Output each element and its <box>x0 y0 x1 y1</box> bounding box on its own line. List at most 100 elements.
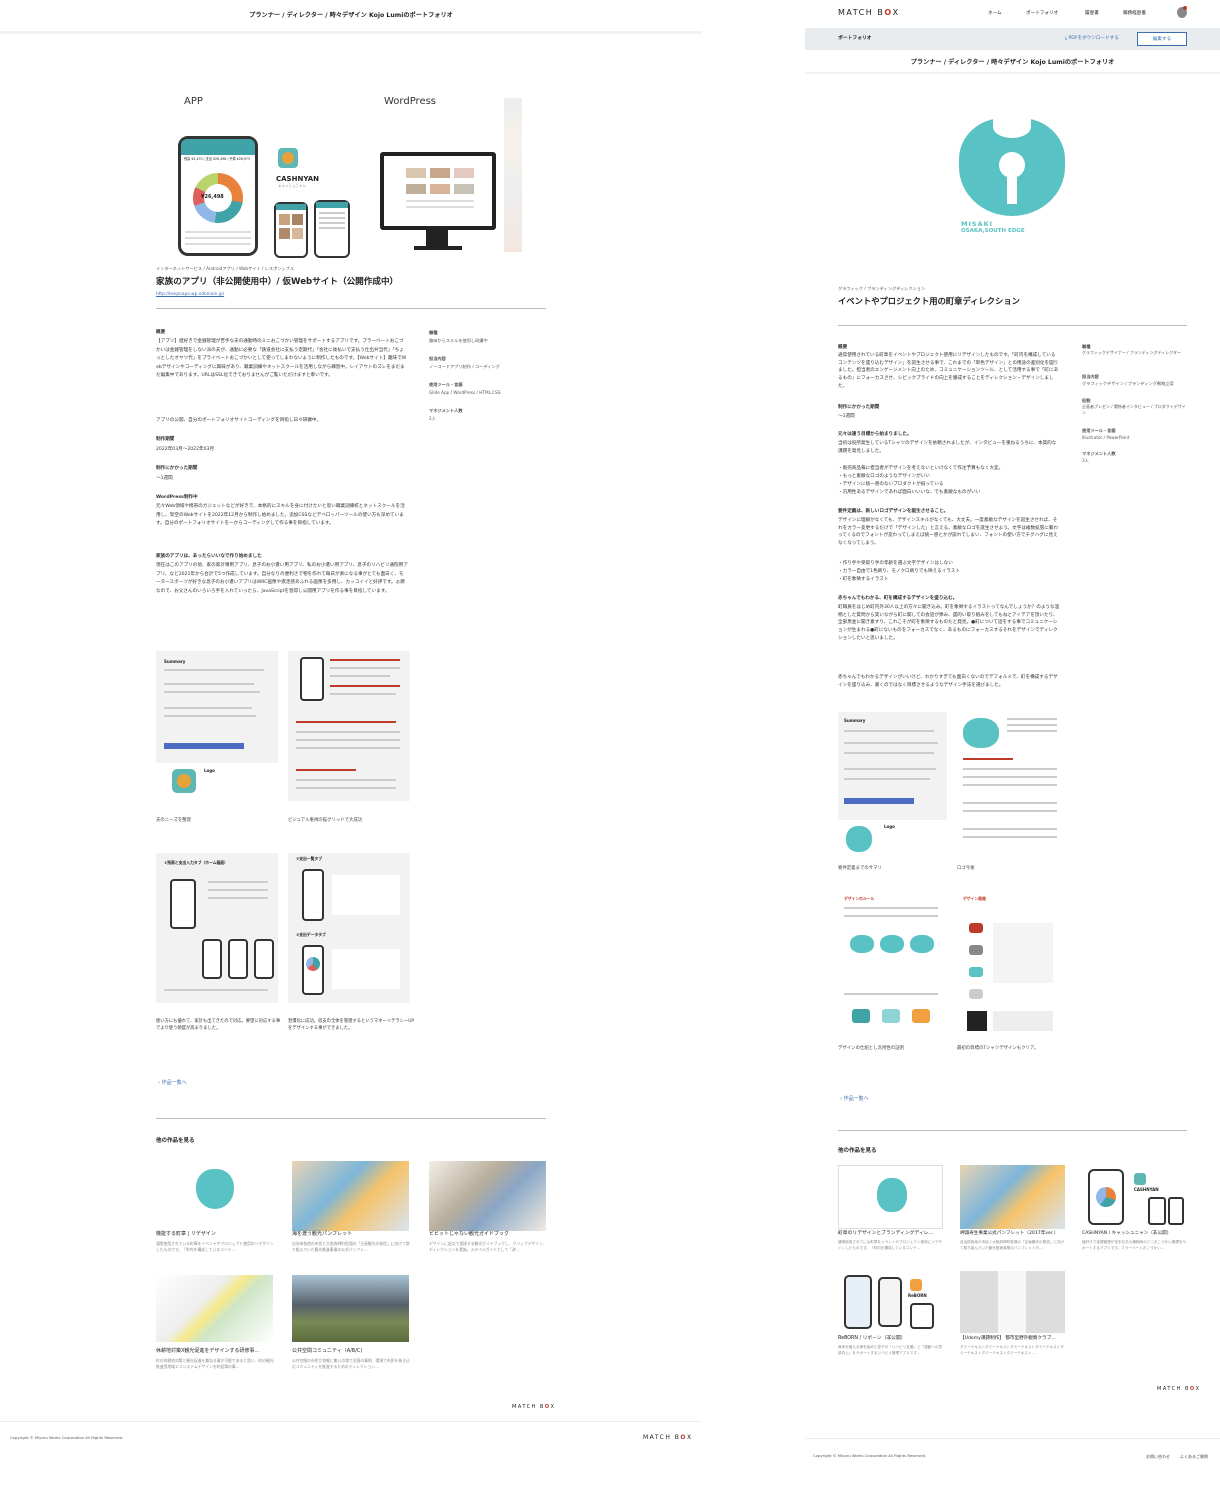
side-tools-heading: 使用ツール・言語 <box>1082 428 1116 433</box>
other-work-desc: 身体を鍛える事を始めた息子の「リハビリ支援」と「運動への意欲向上」をサポートする… <box>838 1345 943 1355</box>
copyright-text: Copyright © Miyoru Works Corporation All… <box>10 1435 124 1440</box>
origin-bullet: ・もっと素敵なロゴのようなデザインがいい <box>838 474 930 479</box>
kids-body: 町職員をはじめ町内外30人以上の方々に聞き込み。町を象徴するイラストってなんでし… <box>838 605 1060 641</box>
edit-button[interactable]: 編集する <box>1137 32 1187 46</box>
process-thumbnail[interactable]: ②支出一覧タブ ③支出データタブ <box>288 853 410 1003</box>
other-work-title[interactable]: ビビットじゃない観光ガイドブック <box>429 1231 509 1237</box>
left-portfolio-page: プランナー / ディレクター / 時々デザイン Kojo Lumiのポートフォリ… <box>0 0 702 1487</box>
town-emblem <box>196 1169 234 1209</box>
requirement-bullet: ・町を象徴するイラスト <box>838 577 889 582</box>
user-avatar-icon[interactable] <box>1177 6 1187 18</box>
arrow-flow <box>844 798 914 804</box>
other-work-title[interactable]: 公共空間コミュニティ（A/B/C) <box>292 1348 362 1354</box>
nav-portfolio[interactable]: ポートフォリオ <box>1026 11 1058 17</box>
process-thumbnail[interactable]: デザイン展開 <box>957 893 1062 1038</box>
cashnyan-icon <box>1134 1173 1146 1185</box>
brand-logo-accent: O <box>1189 1386 1196 1392</box>
other-work-card-image[interactable] <box>960 1165 1065 1229</box>
process-thumbnail[interactable]: デザインのルール <box>838 893 947 1038</box>
other-work-card-image[interactable] <box>292 1275 409 1342</box>
town-emblem-image: MISAKI OSAKA,SOUTH EDGE <box>953 112 1073 242</box>
footer-brand-logo[interactable]: MATCH BOX <box>1157 1386 1201 1392</box>
donut-amount: ¥26,498 <box>201 194 224 200</box>
nav-resume[interactable]: 履歴書 <box>1085 11 1099 17</box>
wp-heading: WordPress制作中 <box>156 495 198 500</box>
town-emblem <box>846 826 872 852</box>
donut-chart: ¥26,498 <box>193 173 243 223</box>
thumb-summary-title: Summary <box>164 659 186 664</box>
other-work-desc: 通常使用されている町章をイベントやプロジェクト使用のリデザインしたものです。「町… <box>156 1241 274 1252</box>
phone-header-text: 残高 ¥2,470 / 支出 ¥26,498 / 予算 ¥28,973 <box>184 157 250 161</box>
footer-link-faq[interactable]: よくあるご質問 <box>1180 1454 1208 1459</box>
side-role-heading: 職種 <box>429 330 438 335</box>
other-work-card-image[interactable]: CASHNYAN <box>1082 1165 1187 1229</box>
town-emblem <box>877 1178 907 1212</box>
emblem-text-misaki: MISAKI <box>961 220 994 228</box>
process-thumbnail[interactable]: ①残高と支出入力タブ（ホーム画面） <box>156 853 278 1003</box>
back-to-works-link[interactable]: ‹ 作品一覧へ <box>158 1080 187 1086</box>
other-work-title[interactable]: 岬諏寿生事業公式パンフレット（2017年ver.） <box>960 1231 1058 1237</box>
thumb-caption: デザインの仕組とし汎用性の証明 <box>838 1046 904 1051</box>
thumb-logo-label: Logo <box>884 824 895 829</box>
other-work-desc: ダミーテキストダミーテキストダミーテキストダミーテキストダミーテキストダミーテキ… <box>960 1345 1064 1355</box>
other-work-card-image[interactable] <box>960 1271 1065 1333</box>
brand-logo[interactable]: MATCH BOX <box>838 8 900 18</box>
thumb-caption: 要件定義までのサマリ <box>838 866 882 871</box>
other-work-title[interactable]: 町章のリデザインとブランディングディレ… <box>838 1231 933 1237</box>
other-work-title[interactable]: 休耕地対策X観光促進をデザインする研修事… <box>156 1348 259 1354</box>
other-work-title[interactable]: 海を渡う観光パンフレット <box>292 1231 352 1237</box>
emblem-text-osaka: OSAKA,SOUTH EDGE <box>961 228 1025 234</box>
other-work-desc: 自治体各地の市民と大阪府岬町役場の「企画観光の発信」に向けて取り組んでいた観光推… <box>292 1241 410 1252</box>
other-work-title[interactable]: ReBORN / リボーン（非公開） <box>838 1336 906 1342</box>
monitor-mockup <box>380 152 496 230</box>
side-work-value: ノーコードアプリ制作 / コーディング <box>429 364 500 369</box>
cashnyan-name: CASHNYAN <box>276 175 319 183</box>
other-work-card-image[interactable] <box>838 1165 943 1229</box>
origin-bullet: ・デザインに統一感のないプロダクトが揃っている <box>838 482 944 487</box>
side-role-value: グラフィックデザイナー / ブランディングディレクター <box>1082 350 1182 355</box>
thumb-caption: 使い方にも優れて、家計も出てきたので対応。要望に対応する事でより使う頻度が高まり… <box>156 1019 281 1031</box>
side-work-heading: 担当内容 <box>429 356 446 361</box>
process-thumbnail[interactable] <box>288 651 410 801</box>
nav-home[interactable]: ホーム <box>988 11 1002 17</box>
other-work-card-image[interactable] <box>156 1275 273 1342</box>
nav-career[interactable]: 職務経歴書 <box>1123 11 1146 17</box>
cashnyan-kana: キャッシュニャン <box>278 184 306 188</box>
other-work-desc: 値好きで金銭管理が苦手な夫の通勤時のミニおこづかい管理をサポートするアプリです。… <box>1082 1240 1187 1250</box>
pdf-download-link[interactable]: ⤓ PDFをダウンロードする <box>1065 36 1119 42</box>
footer-brand-logo[interactable]: MATCH BOX <box>643 1434 693 1442</box>
process-thumbnail[interactable]: Summary Logo <box>156 651 278 801</box>
other-work-title[interactable]: CASHNYAN / キャッシュニャン（非公開） <box>1082 1231 1171 1237</box>
sub-toolbar: ポートフォリオ ⤓ PDFをダウンロードする 編集する <box>805 28 1220 50</box>
other-work-card-image[interactable] <box>429 1161 546 1231</box>
family-heading: 家族のアプリは、あったらいいなで作り始めました <box>156 554 262 559</box>
cashnyan-label: CASHNYAN <box>1134 1187 1159 1192</box>
time-heading: 制作にかかった期間 <box>838 405 880 410</box>
process-thumbnail[interactable] <box>957 712 1062 858</box>
page-header-title: プランナー / ディレクター / 時々デザイン Kojo Lumiのポートフォリ… <box>910 59 1115 66</box>
work-category: インターネットサービス / Androidアプリ / Webサイト / レスポン… <box>156 266 295 271</box>
footer-link-contact[interactable]: お問い合わせ <box>1146 1454 1170 1459</box>
other-work-desc: 公共空間の市民が気軽に集いの場で全国の事例、環境で市民を巻き込むコミュニティを推… <box>292 1358 410 1369</box>
footer-brand-logo[interactable]: MATCH BOX <box>512 1404 556 1410</box>
work-url-link[interactable]: http://lesipnapo.wp.xdomain.jp/ <box>156 292 224 297</box>
side-people-heading: マネジメント人数 <box>1082 451 1116 456</box>
other-works-heading: 他の作品を見る <box>156 1138 195 1144</box>
other-work-title[interactable]: 【Udemy課題制作】 都市型野外観察クラブ… <box>960 1336 1056 1342</box>
other-work-card-image[interactable]: ReBORN <box>838 1271 943 1333</box>
other-work-card-image[interactable] <box>292 1161 409 1231</box>
summary-body: 【アプリ】値好きで金銭管理が苦手な夫の通勤時のミニおこづかい管理をサポートするア… <box>156 339 407 379</box>
right-portfolio-page: MATCH BOX ホーム ポートフォリオ 履歴書 職務経歴書 ポートフォリオ … <box>805 0 1220 1487</box>
hero-label-wordpress: WordPress <box>384 96 437 107</box>
other-work-card-image[interactable] <box>156 1161 273 1231</box>
hero-label-app: APP <box>184 96 203 107</box>
process-thumbnail[interactable]: Summary Logo <box>838 712 947 858</box>
other-work-title[interactable]: 機能する町章 | リデザイン <box>156 1231 216 1237</box>
side-work-value: グラフィックデザイン / ブランディング戦略立案 <box>1082 381 1174 386</box>
origin-bullet: ・販売商品毎に担当者がデザインを考えないといけなくて作注予算もなく大変。 <box>838 466 1004 471</box>
time-heading: 制作にかかった期間 <box>156 466 198 471</box>
arrow-flow <box>164 743 244 749</box>
back-to-works-link[interactable]: ‹ 作品一覧へ <box>840 1096 869 1102</box>
hero-image: APP WordPress 残高 ¥2,470 / 支出 ¥26,498 / 予… <box>156 92 546 262</box>
summary-heading: 概要 <box>156 330 166 335</box>
